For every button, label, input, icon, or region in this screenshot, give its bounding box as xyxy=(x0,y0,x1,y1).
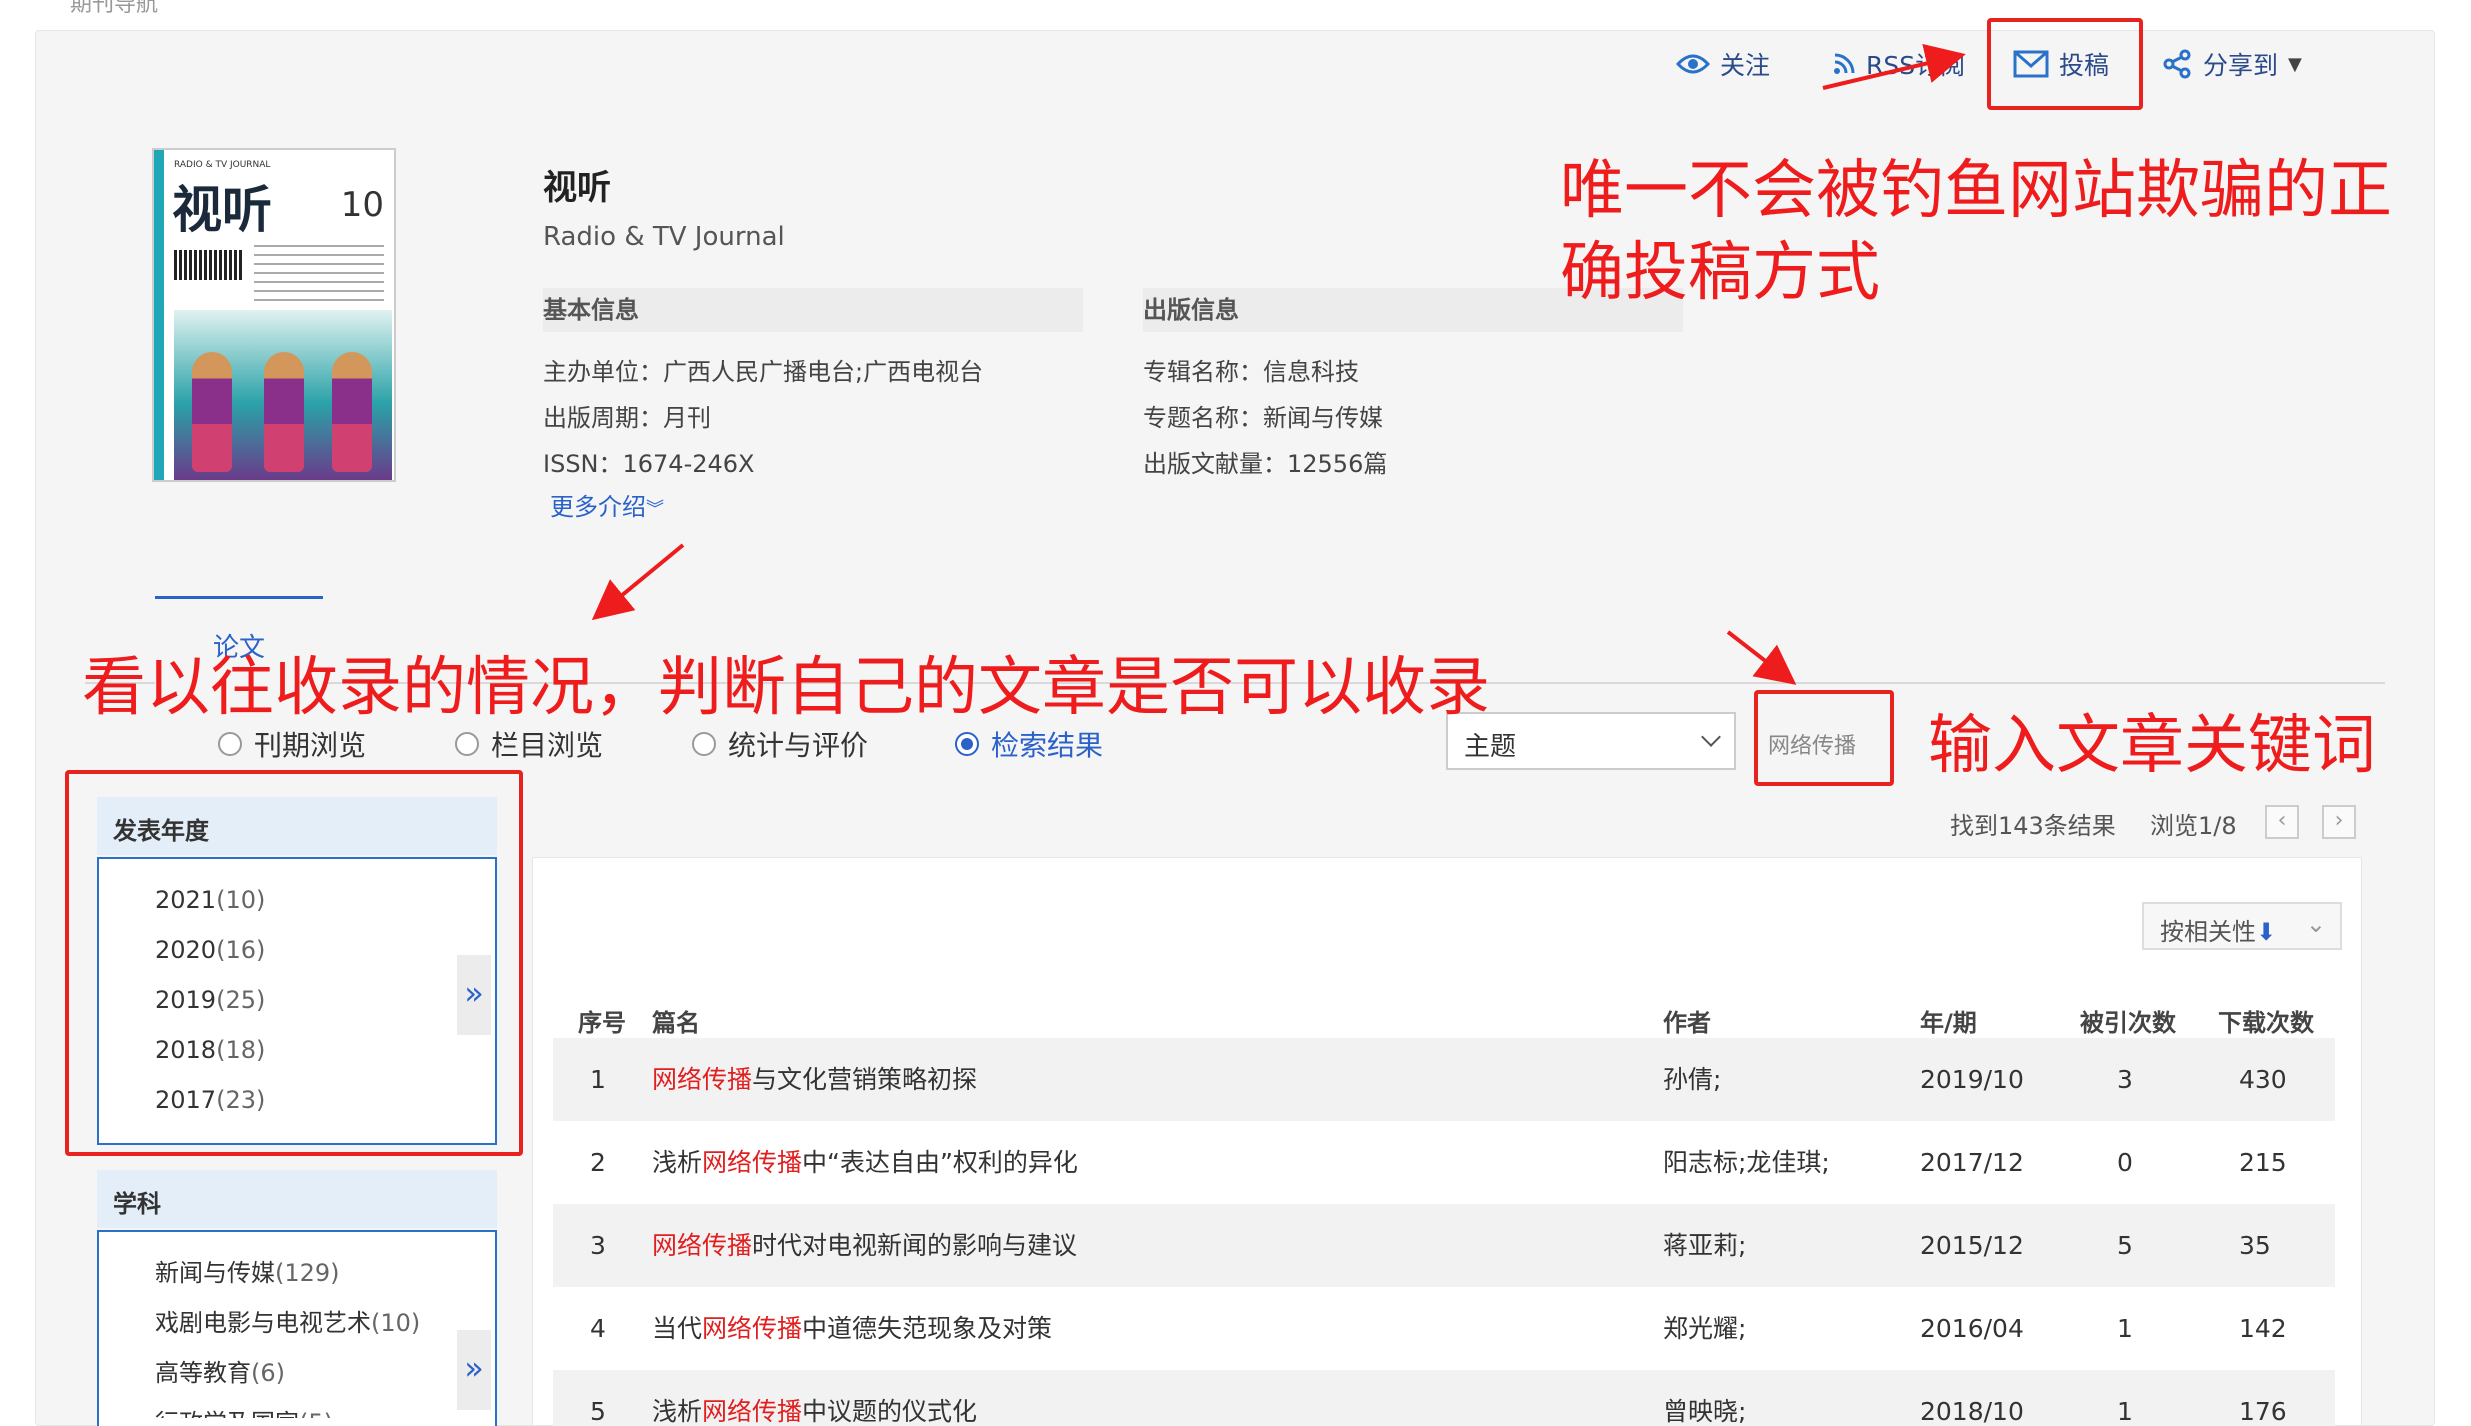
arrow-to-more xyxy=(591,543,685,621)
submit-annotation: 唯一不会被钓鱼网站欺骗的正 确投稿方式 xyxy=(1560,154,2392,310)
history-annotation: 看以往收录的情况，判断自己的文章是否可以收录 xyxy=(82,651,1490,725)
keyword-annotation: 输入文章关键词 xyxy=(1928,709,2376,783)
arrow-to-submit xyxy=(1822,43,1966,90)
arrow-to-keyword xyxy=(1726,630,1797,685)
